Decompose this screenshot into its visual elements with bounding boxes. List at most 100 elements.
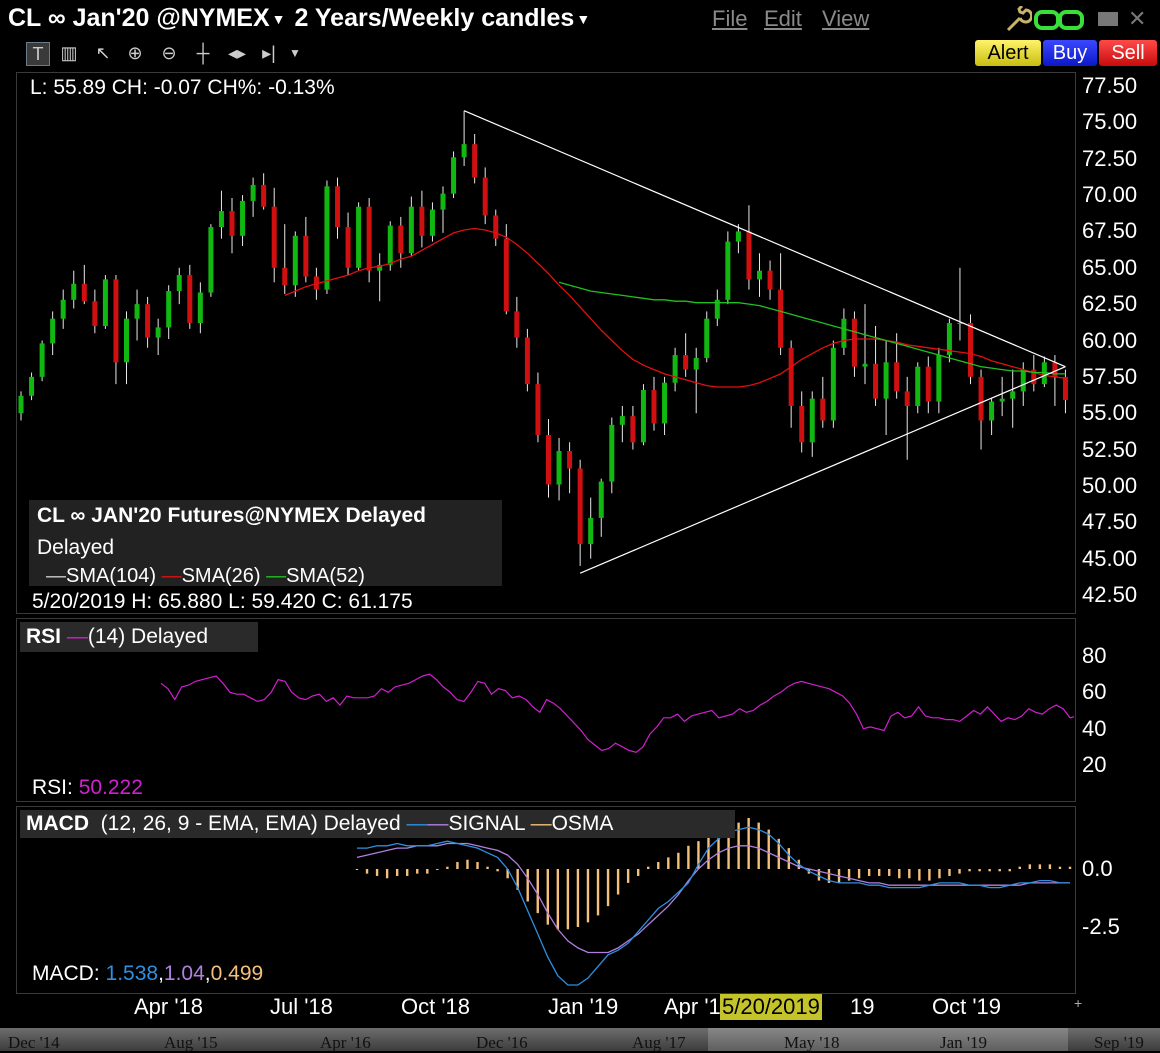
candle-up bbox=[292, 235, 298, 286]
price-tick-label: 72.50 bbox=[1082, 145, 1138, 171]
osma-bar bbox=[677, 852, 680, 869]
candle-style-icon[interactable]: ▥ bbox=[58, 42, 80, 64]
price-tick-label: 47.50 bbox=[1082, 509, 1138, 535]
price-tick-label: 65.00 bbox=[1082, 254, 1138, 280]
signal-line bbox=[356, 842, 1070, 954]
osma-bar bbox=[556, 869, 560, 930]
legend-title[interactable]: CL ∞ JAN'20 Futures@NYMEX Delayed bbox=[37, 504, 426, 528]
symbol-dropdown-icon[interactable]: ▼ bbox=[272, 11, 286, 27]
candle-down bbox=[271, 206, 277, 268]
close-icon[interactable]: ✕ bbox=[1128, 6, 1146, 32]
candle-up bbox=[60, 299, 66, 319]
osma-bar bbox=[616, 869, 620, 895]
osma-bar bbox=[918, 869, 921, 881]
text-tool-icon[interactable]: T bbox=[26, 42, 50, 66]
osma-bar bbox=[707, 836, 710, 869]
osma-bar bbox=[536, 869, 539, 914]
macd-header: MACD (12, 26, 9 - EMA, EMA) Delayed ——SI… bbox=[26, 812, 613, 836]
axis-plus-icon[interactable]: + bbox=[1074, 995, 1082, 1011]
menu-file[interactable]: File bbox=[712, 6, 747, 32]
osma-bar bbox=[958, 869, 961, 874]
symbol-title[interactable]: CL ∞ Jan'20 @NYMEX bbox=[8, 4, 270, 32]
legend-subtitle: Delayed bbox=[37, 536, 115, 559]
crosshair-icon[interactable]: ┼ bbox=[192, 42, 214, 64]
candle-up bbox=[999, 398, 1005, 402]
time-label: Jan '19 bbox=[548, 994, 619, 1019]
trendline bbox=[463, 110, 1066, 368]
zoom-in-icon[interactable]: ⊕ bbox=[124, 42, 146, 64]
osma-bar bbox=[426, 869, 429, 874]
sma104-label[interactable]: SMA(104) bbox=[66, 565, 156, 587]
price-tick-label: 45.00 bbox=[1082, 545, 1138, 571]
osma-bar bbox=[857, 869, 861, 879]
scroller-label: Sep '19 bbox=[1094, 1033, 1144, 1052]
candle-up bbox=[936, 355, 942, 402]
candle-down bbox=[345, 227, 351, 268]
sma104-swatch: — bbox=[46, 565, 66, 587]
osma-bar bbox=[687, 845, 690, 869]
candle-up bbox=[1020, 369, 1026, 392]
time-label: Oct '18 bbox=[401, 994, 471, 1019]
candle-down bbox=[81, 283, 87, 302]
sell-button[interactable]: Sell bbox=[1099, 40, 1157, 66]
osma-bar bbox=[1038, 864, 1042, 869]
pointer-icon[interactable]: ↖ bbox=[92, 42, 114, 64]
osma-bar bbox=[606, 869, 610, 907]
candle-up bbox=[556, 451, 562, 485]
scroll-back-icon[interactable]: ◂▸ bbox=[226, 42, 248, 64]
minimize-icon[interactable] bbox=[1098, 12, 1118, 26]
candle-down bbox=[472, 144, 478, 178]
macd-tick-label: 0.0 bbox=[1082, 856, 1113, 881]
menu-edit[interactable]: Edit bbox=[764, 6, 802, 32]
osma-bar bbox=[626, 869, 630, 883]
candle-down bbox=[419, 206, 425, 236]
link-icon[interactable] bbox=[1034, 8, 1084, 32]
rsi-tick-label: 80 bbox=[1082, 643, 1107, 668]
sma26-label[interactable]: SMA(26) bbox=[182, 565, 261, 587]
window-title[interactable]: CL ∞ Jan'20 @NYMEX ▼ 2 Years/Weekly candl… bbox=[8, 4, 592, 33]
candle-up bbox=[672, 355, 678, 383]
candle-down bbox=[567, 451, 573, 469]
zoom-out-icon[interactable]: ⊖ bbox=[158, 42, 180, 64]
price-tick-label: 52.50 bbox=[1082, 436, 1138, 462]
buy-button[interactable]: Buy bbox=[1043, 40, 1097, 66]
period-dropdown-icon[interactable]: ▼ bbox=[576, 11, 590, 27]
osma-bar bbox=[486, 866, 489, 869]
candle-up bbox=[883, 362, 889, 399]
sma52-label[interactable]: SMA(52) bbox=[286, 565, 365, 587]
more-tools-dropdown-icon[interactable]: ▼ bbox=[284, 42, 306, 64]
sma52-swatch: — bbox=[266, 565, 287, 587]
osma-bar bbox=[576, 869, 580, 927]
scroll-end-icon[interactable]: ▸| bbox=[258, 42, 280, 64]
rsi-params[interactable]: (14) Delayed bbox=[88, 625, 208, 648]
candle-up bbox=[250, 184, 256, 201]
price-tick-label: 77.50 bbox=[1082, 73, 1138, 98]
candle-up bbox=[640, 389, 646, 443]
osma-bar bbox=[446, 866, 449, 869]
price-tick-label: 67.50 bbox=[1082, 218, 1138, 244]
scroller-label: May '18 bbox=[784, 1033, 840, 1052]
osma-bar bbox=[978, 869, 981, 872]
period-title[interactable]: 2 Years/Weekly candles bbox=[294, 4, 574, 32]
cursor-readout: 5/20/2019 H: 65.880 L: 59.420 C: 61.175 bbox=[32, 590, 413, 613]
osma-label[interactable]: OSMA bbox=[552, 812, 614, 835]
rsi-readout: RSI: 50.222 bbox=[32, 776, 143, 800]
macd-line bbox=[357, 826, 1070, 986]
scroller-thumb[interactable] bbox=[708, 1028, 1068, 1051]
macd-readout: MACD: 1.538,1.04,0.499 bbox=[32, 962, 264, 985]
macd-value: 1.538 bbox=[105, 962, 159, 985]
rsi-value-label: RSI: bbox=[32, 776, 73, 799]
alert-button[interactable]: Alert bbox=[975, 40, 1041, 66]
osma-bar bbox=[476, 862, 479, 869]
signal-label[interactable]: SIGNAL bbox=[448, 812, 524, 835]
osma-bar bbox=[436, 869, 439, 870]
candle-up bbox=[662, 382, 668, 424]
candle-down bbox=[145, 304, 151, 338]
osma-bar bbox=[375, 869, 379, 876]
menu-view[interactable]: View bbox=[822, 6, 869, 32]
osma-bar bbox=[888, 869, 891, 876]
macd-params[interactable]: (12, 26, 9 - EMA, EMA) Delayed bbox=[101, 812, 401, 835]
candle-down bbox=[873, 363, 879, 399]
candle-up bbox=[809, 398, 815, 443]
wrench-icon[interactable] bbox=[1002, 6, 1032, 34]
